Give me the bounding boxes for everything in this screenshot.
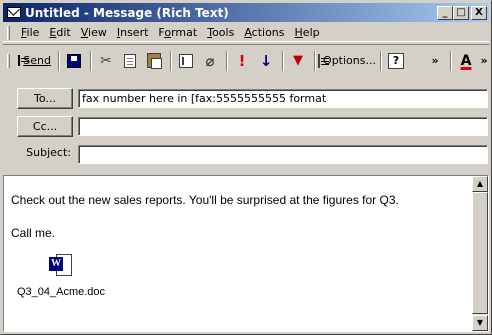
vertical-scrollbar[interactable]: ▲ ▼: [472, 176, 488, 331]
title-bar[interactable]: Untitled - Message (Rich Text) _ □ X: [3, 3, 489, 22]
send-button[interactable]: Send: [16, 50, 53, 72]
to-button[interactable]: To...: [17, 88, 73, 109]
insert-file-button[interactable]: ⌀: [199, 50, 221, 72]
toolbar-separator: [90, 50, 92, 71]
font-color-icon: A: [460, 52, 472, 69]
menu-bar: File Edit View Insert Format Tools Actio…: [3, 24, 489, 42]
close-button[interactable]: X: [471, 5, 487, 20]
to-field[interactable]: fax number here in [fax:5555555555 forma…: [78, 89, 488, 108]
scissors-icon: ✂: [100, 52, 112, 69]
importance-high-button[interactable]: !: [231, 50, 253, 72]
address-book-icon: [179, 53, 193, 68]
copy-button[interactable]: [119, 50, 141, 72]
help-button[interactable]: ?: [385, 50, 407, 72]
cc-field[interactable]: [78, 117, 488, 136]
toolbar-separator: [58, 50, 60, 71]
toolbar-grip[interactable]: [7, 53, 10, 68]
menu-insert[interactable]: Insert: [112, 26, 154, 39]
toolbar-separator: [282, 50, 284, 71]
help-icon: ?: [388, 52, 404, 69]
clipboard-icon: [147, 53, 162, 69]
window-title: Untitled - Message (Rich Text): [25, 5, 229, 20]
font-color-button[interactable]: A: [455, 50, 477, 72]
scroll-up-button[interactable]: ▲: [472, 176, 488, 192]
message-header: To... fax number here in [fax:5555555555…: [3, 79, 489, 173]
attachment[interactable]: W Q3_04_Acme.doc: [11, 252, 111, 298]
scroll-thumb[interactable]: [472, 192, 488, 314]
minimize-button[interactable]: _: [437, 5, 453, 20]
importance-low-button[interactable]: ↓: [255, 50, 277, 72]
exclamation-icon: !: [238, 51, 246, 70]
chevron-right-icon: »: [480, 54, 487, 67]
menu-actions[interactable]: Actions: [239, 26, 289, 39]
flag-icon: ▼: [293, 53, 303, 68]
toolbar-separator: [450, 50, 452, 71]
menu-edit[interactable]: Edit: [44, 26, 75, 39]
options-button[interactable]: Options...: [318, 50, 376, 72]
cut-button[interactable]: ✂: [95, 50, 117, 72]
subject-row: Subject:: [17, 146, 73, 159]
envelope-icon: [7, 7, 21, 18]
subject-label: Subject:: [26, 146, 71, 159]
menu-help[interactable]: Help: [290, 26, 325, 39]
down-arrow-icon: ↓: [259, 51, 273, 70]
toolbar-separator: [226, 50, 228, 71]
paperclip-icon: ⌀: [205, 51, 215, 70]
menu-tools[interactable]: Tools: [202, 26, 239, 39]
body-text[interactable]: Check out the new sales reports. You'll …: [11, 193, 471, 259]
address-book-button[interactable]: [175, 50, 197, 72]
save-button[interactable]: [63, 50, 85, 72]
copy-icon: [124, 53, 136, 68]
word-document-icon: W: [48, 252, 74, 282]
options-label: Options...: [323, 54, 376, 67]
options-icon: [318, 53, 330, 68]
cc-button[interactable]: Cc...: [17, 116, 73, 137]
toolbar-separator: [170, 50, 172, 71]
attachment-name: Q3_04_Acme.doc: [16, 286, 106, 298]
body-line: Check out the new sales reports. You'll …: [11, 193, 399, 207]
message-body[interactable]: Check out the new sales reports. You'll …: [3, 175, 489, 332]
send-icon: [17, 55, 28, 66]
send-label: Send: [23, 54, 51, 67]
subject-field[interactable]: [78, 145, 488, 164]
formatting-overflow-button[interactable]: »: [479, 50, 487, 72]
scroll-down-button[interactable]: ▼: [472, 315, 488, 331]
to-row: To...: [17, 88, 73, 109]
cc-row: Cc...: [17, 116, 73, 137]
menu-view[interactable]: View: [76, 26, 112, 39]
menubar-grip[interactable]: [7, 25, 10, 40]
floppy-disk-icon: [67, 53, 81, 68]
chevron-right-icon: »: [431, 54, 438, 67]
maximize-button[interactable]: □: [453, 5, 469, 20]
flag-button[interactable]: ▼: [287, 50, 309, 72]
menu-file[interactable]: File: [16, 26, 44, 39]
body-line: Call me.: [11, 226, 56, 240]
message-window: Untitled - Message (Rich Text) _ □ X Fil…: [0, 0, 492, 335]
toolbar-separator: [314, 50, 316, 71]
toolbar-overflow-button[interactable]: »: [423, 50, 445, 72]
standard-toolbar: Send ✂ ⌀ ! ↓ ▼ Options... ? » A »: [3, 44, 489, 76]
menu-format[interactable]: Format: [153, 26, 202, 39]
paste-button[interactable]: [143, 50, 165, 72]
toolbar-separator: [380, 50, 382, 71]
